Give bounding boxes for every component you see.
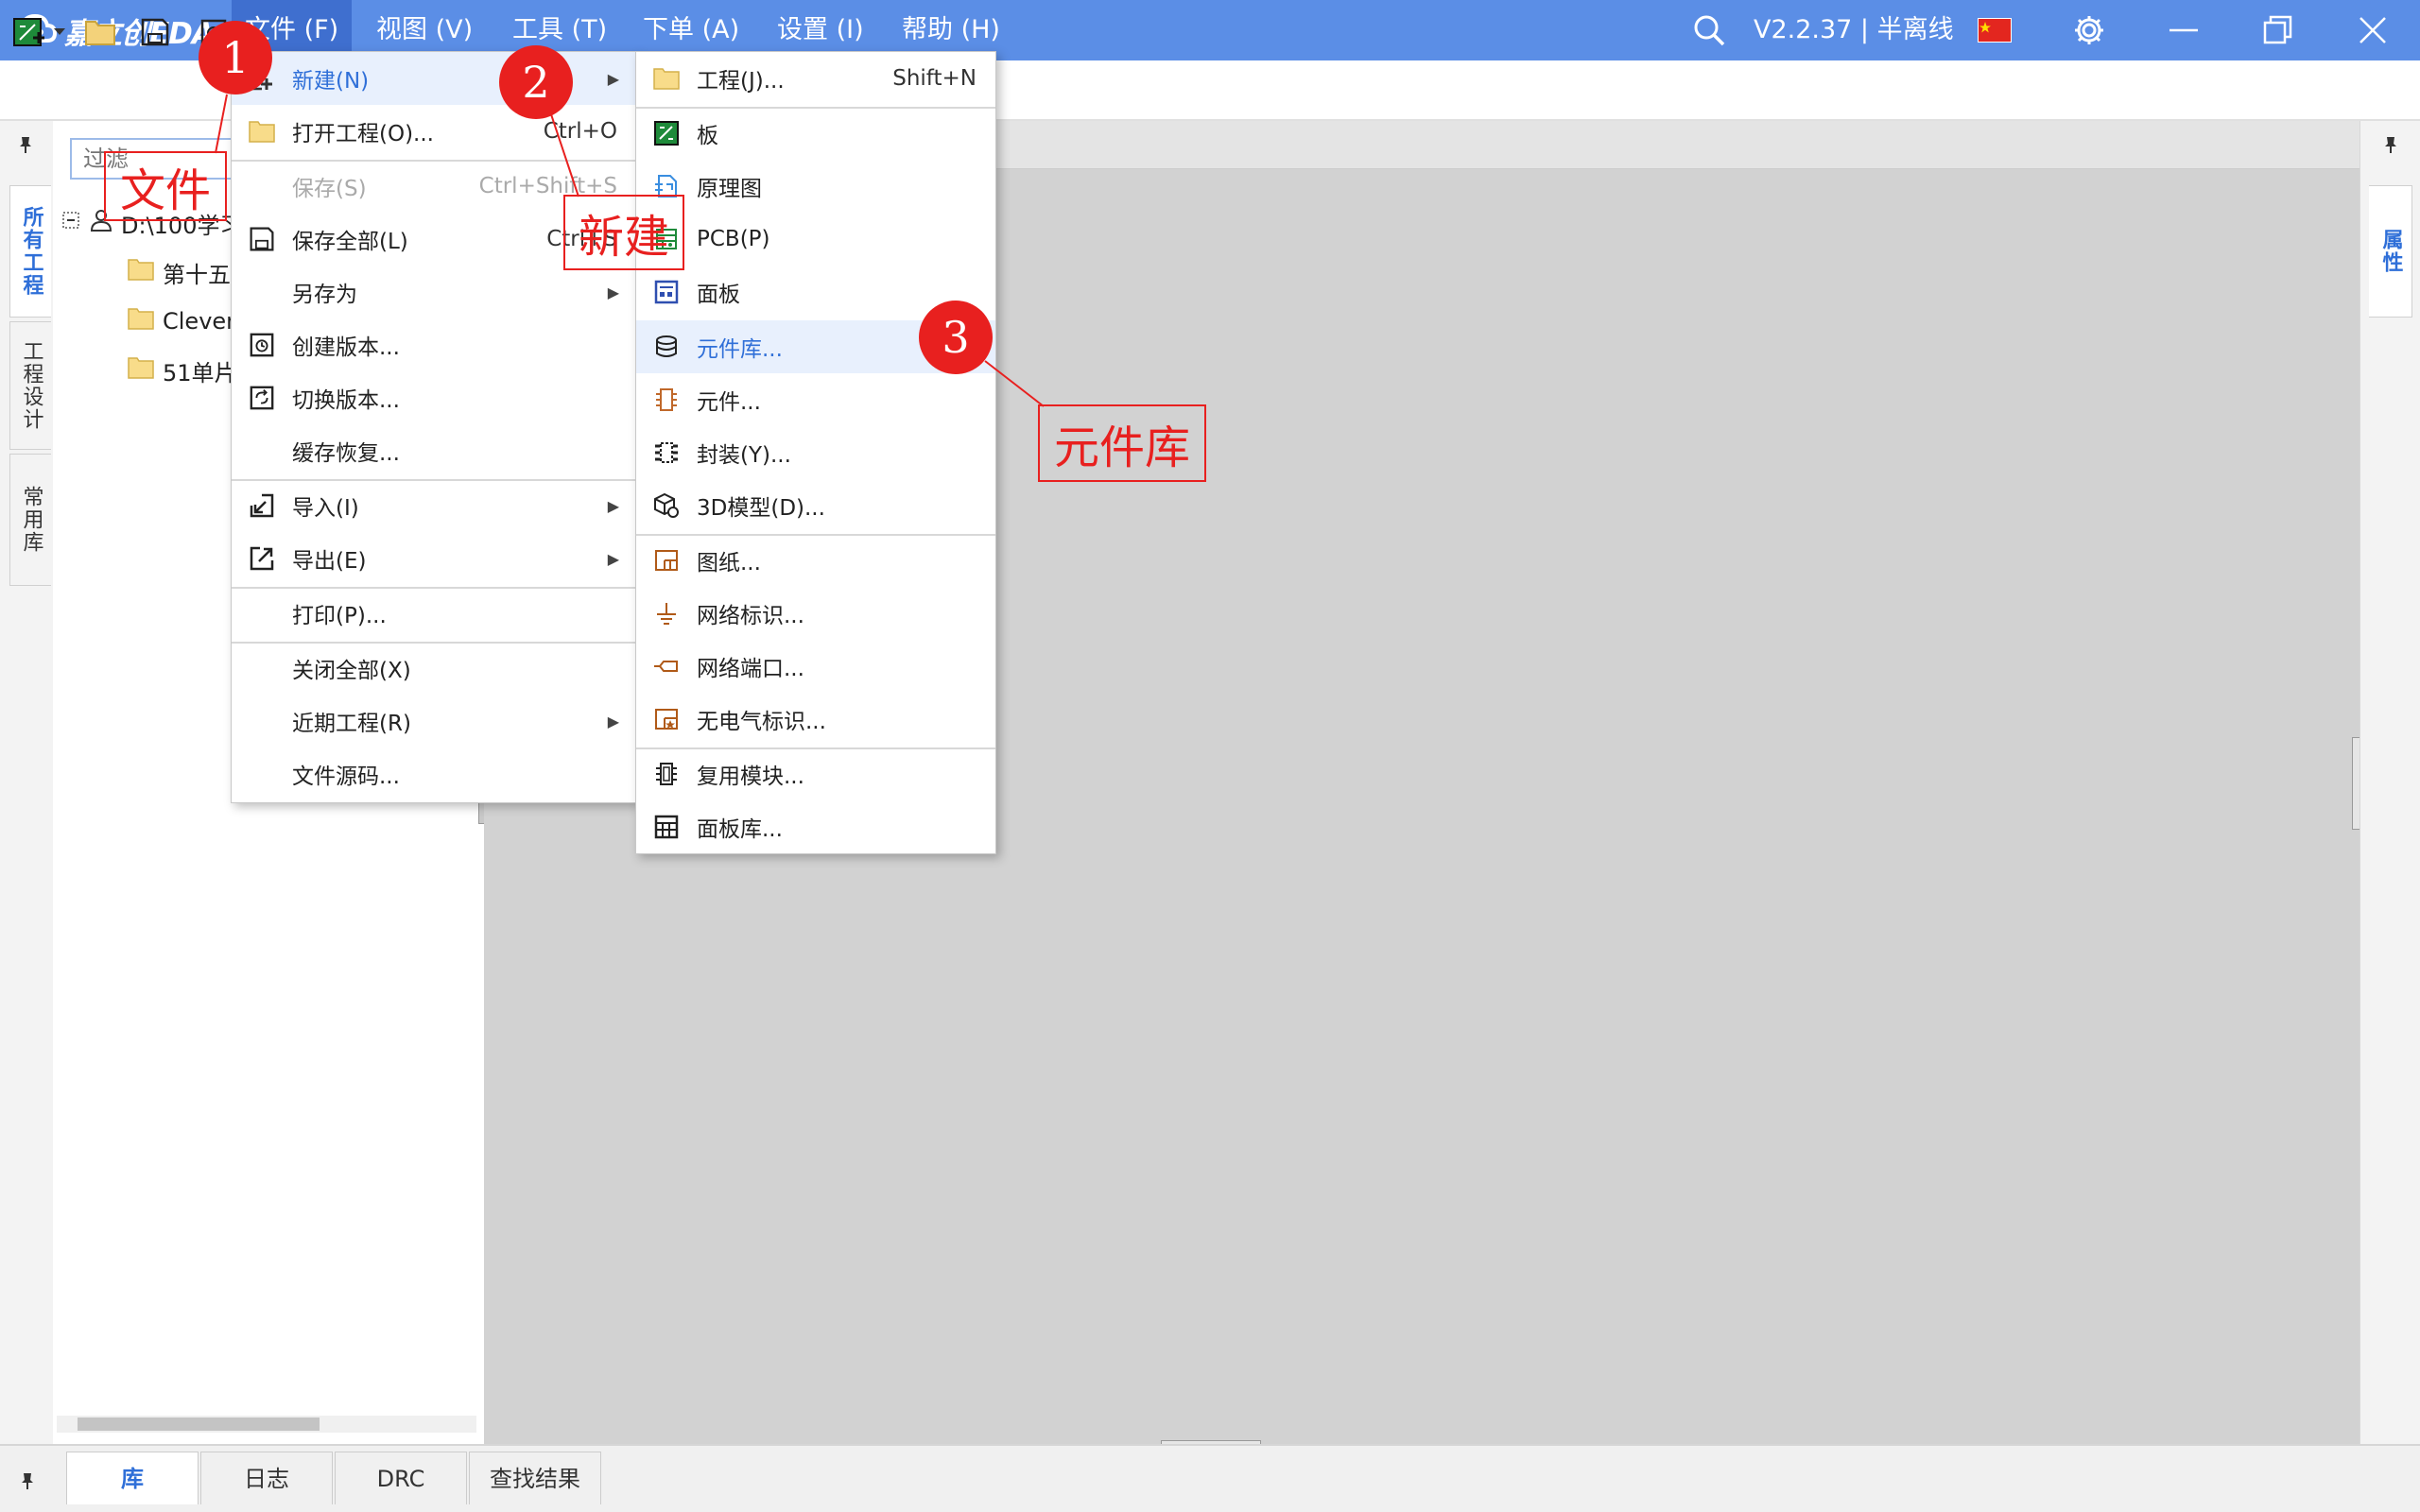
step-badge-2: 2: [499, 45, 573, 119]
step-badge-1: 1: [199, 21, 272, 94]
annotation-note-new: 新建: [563, 195, 684, 270]
annotation-note-library: 元件库: [1038, 404, 1206, 482]
annotation-lines: [215, 94, 1045, 407]
annotation-note-file: 文件: [104, 151, 227, 221]
step-badge-3: 3: [919, 301, 993, 374]
